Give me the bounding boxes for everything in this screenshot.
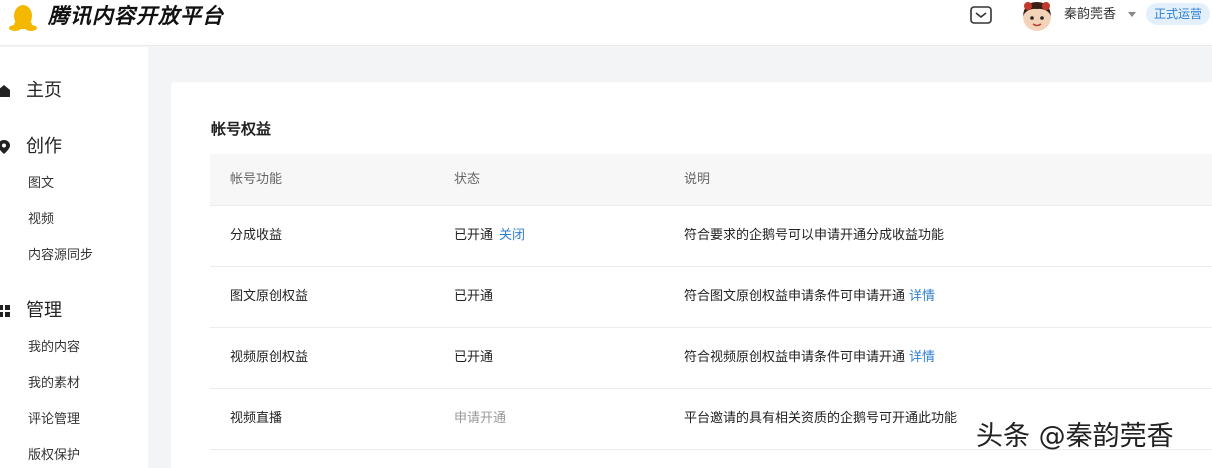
row-feature: 分成收益: [230, 228, 283, 243]
table-row: 分成收益 已开通 关闭 符合要求的企鹅号可以申请开通分成收益功能: [210, 206, 1212, 267]
column-header-status: 状态: [454, 172, 481, 187]
table-row: 图文原创权益 已开通 符合图文原创权益申请条件可申请开通 详情: [210, 267, 1212, 328]
status-badge: 正式运营: [1146, 3, 1211, 25]
sidebar: 主页 创作 图文 视频 内容源同步 管理 我的内容 我的素材 评论管理 版权保护: [0, 47, 148, 468]
sidebar-item-my-materials[interactable]: 我的素材: [28, 375, 80, 393]
close-link[interactable]: 关闭: [499, 228, 525, 243]
sidebar-item-my-content[interactable]: 我的内容: [28, 339, 80, 357]
row-status: 已开通: [454, 289, 494, 304]
row-desc: 平台邀请的具有相关资质的企鹅号可开通此功能: [684, 411, 958, 426]
sidebar-section-label: 管理: [26, 300, 62, 321]
row-desc: 符合要求的企鹅号可以申请开通分成收益功能: [684, 228, 945, 243]
page-title: 帐号权益: [211, 120, 272, 138]
mail-icon[interactable]: [970, 6, 992, 24]
desc-text: 符合图文原创权益申请条件可申请开通: [684, 289, 906, 304]
sidebar-section-label: 主页: [26, 80, 62, 101]
status-text: 已开通: [454, 228, 494, 243]
row-feature: 视频直播: [230, 411, 283, 426]
row-feature: 图文原创权益: [230, 289, 309, 304]
penguin-logo-icon[interactable]: [9, 3, 37, 33]
row-desc: 符合视频原创权益申请条件可申请开通 详情: [684, 349, 935, 367]
row-feature: 视频原创权益: [230, 350, 309, 365]
sidebar-item-comments[interactable]: 评论管理: [28, 411, 80, 429]
top-header: 腾讯内容开放平台 秦韵莞香 正式运营: [0, 0, 1212, 46]
watermark: 头条 @秦韵莞香: [976, 421, 1174, 452]
sidebar-item-article[interactable]: 图文: [28, 175, 54, 193]
home-icon: [0, 85, 10, 97]
sidebar-item-copyright[interactable]: 版权保护: [28, 447, 80, 465]
apply-link[interactable]: 申请开通: [454, 410, 506, 428]
sidebar-section-manage[interactable]: 管理: [0, 297, 62, 325]
sidebar-item-video[interactable]: 视频: [28, 211, 54, 229]
pin-icon: [0, 140, 10, 154]
username[interactable]: 秦韵莞香: [1064, 6, 1116, 24]
grid-icon: [0, 305, 10, 317]
avatar[interactable]: [1020, 0, 1054, 31]
sidebar-section-create[interactable]: 创作: [0, 133, 62, 161]
table-header: 帐号功能 状态 说明: [210, 154, 1212, 206]
table-row: 视频原创权益 已开通 符合视频原创权益申请条件可申请开通 详情: [210, 328, 1212, 389]
sidebar-section-home[interactable]: 主页: [0, 77, 62, 105]
details-link[interactable]: 详情: [909, 350, 935, 365]
sidebar-item-content-sync[interactable]: 内容源同步: [28, 247, 93, 265]
brand-title[interactable]: 腾讯内容开放平台: [48, 3, 224, 29]
column-header-desc: 说明: [684, 172, 711, 187]
sidebar-section-label: 创作: [26, 136, 62, 157]
column-header-feature: 帐号功能: [230, 172, 283, 187]
row-status: 已开通 关闭: [454, 227, 525, 245]
rights-table: 帐号功能 状态 说明 分成收益 已开通 关闭 符合要求的企鹅号可以申请开通分成收益…: [210, 154, 1212, 450]
details-link[interactable]: 详情: [909, 289, 935, 304]
row-desc: 符合图文原创权益申请条件可申请开通 详情: [684, 288, 935, 306]
chevron-down-icon[interactable]: [1128, 12, 1136, 17]
desc-text: 符合视频原创权益申请条件可申请开通: [684, 350, 906, 365]
account-rights-card: 帐号权益 帐号功能 状态 说明 分成收益 已开通 关闭 符合要求的企鹅号可以申请开…: [171, 82, 1212, 468]
row-status: 已开通: [454, 350, 494, 365]
